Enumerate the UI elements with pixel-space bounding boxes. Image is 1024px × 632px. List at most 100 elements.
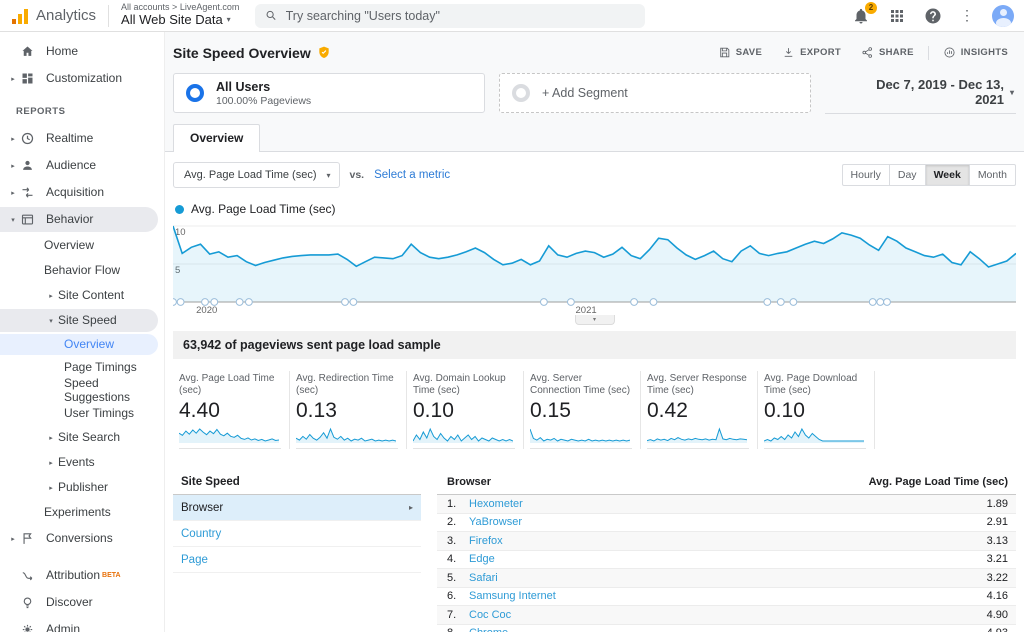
segment-all-users[interactable]: All Users 100.00% Pageviews: [173, 73, 485, 113]
save-button[interactable]: SAVE: [710, 42, 770, 63]
chevron-right-icon[interactable]: ▸: [6, 535, 20, 543]
sidebar-item-acquisition[interactable]: ▸ Acquisition: [0, 179, 164, 206]
granularity-month-button[interactable]: Month: [970, 164, 1016, 186]
sidebar-item-label: Acquisition: [46, 183, 104, 203]
analytics-logo-icon[interactable]: [12, 8, 28, 24]
chevron-right-icon[interactable]: ▸: [44, 292, 58, 300]
avg-page-load-value: 4.16: [987, 590, 1008, 602]
metric-card-avg-page-load-time-sec-[interactable]: Avg. Page Load Time (sec)4.40: [173, 371, 290, 449]
chevron-right-icon[interactable]: ▸: [6, 75, 20, 83]
insights-button[interactable]: INSIGHTS: [935, 42, 1016, 63]
sidebar-item-label: Site Content: [58, 286, 124, 306]
sidebar-item-label: Behavior Flow: [44, 261, 120, 281]
browser-link[interactable]: Firefox: [469, 535, 503, 547]
sidebar-item-label: Site Search: [58, 428, 120, 448]
metric-card-avg-page-download-time-sec-[interactable]: Avg. Page Download Time (sec)0.10: [758, 371, 875, 449]
divider: [928, 46, 929, 60]
timeseries-chart[interactable]: 51020202021 ▾: [173, 218, 1016, 325]
sidebar-item-site-search[interactable]: ▸Site Search: [0, 425, 164, 450]
sidebar-item-overview[interactable]: Overview: [0, 333, 164, 356]
column-browser: Browser: [447, 476, 491, 488]
share-button[interactable]: SHARE: [853, 42, 922, 63]
chevron-right-icon[interactable]: ▸: [44, 484, 58, 492]
sidebar-item-user-timings[interactable]: User Timings: [0, 402, 164, 425]
apps-grid-icon[interactable]: [888, 7, 906, 25]
sidebar-item-label: Conversions: [46, 529, 113, 549]
more-options-kebab-icon[interactable]: ⋮: [960, 7, 974, 24]
granularity-buttons: HourlyDayWeekMonth: [842, 164, 1016, 186]
search-bar[interactable]: [255, 4, 645, 28]
help-icon[interactable]: [924, 7, 942, 25]
sidebar-item-overview[interactable]: Overview: [0, 233, 164, 258]
browser-link[interactable]: Safari: [469, 572, 498, 584]
add-segment-button[interactable]: + Add Segment: [499, 73, 811, 113]
sidebar-item-behavior-flow[interactable]: Behavior Flow: [0, 258, 164, 283]
notification-badge: 2: [865, 2, 877, 14]
user-avatar[interactable]: [992, 5, 1014, 27]
export-button[interactable]: EXPORT: [774, 42, 849, 63]
browser-link[interactable]: Chrome: [469, 627, 508, 632]
dimension-row-browser[interactable]: Browser▸: [173, 495, 421, 521]
metric-value: 0.42: [647, 399, 749, 423]
metric-card-avg-server-response-time-sec-[interactable]: Avg. Server Response Time (sec)0.42: [641, 371, 758, 449]
browser-link[interactable]: Samsung Internet: [469, 590, 556, 602]
avg-page-load-value: 1.89: [987, 498, 1008, 510]
sidebar-item-speed-suggestions[interactable]: Speed Suggestions: [0, 379, 164, 402]
sidebar-item-realtime[interactable]: ▸Realtime: [0, 125, 164, 152]
chevron-down-icon: ▾: [326, 171, 330, 180]
tab-overview[interactable]: Overview: [173, 124, 260, 152]
sidebar-item-audience[interactable]: ▸Audience: [0, 152, 164, 179]
metric-card-avg-redirection-time-sec-[interactable]: Avg. Redirection Time (sec)0.13: [290, 371, 407, 449]
granularity-day-button[interactable]: Day: [890, 164, 926, 186]
sidebar-item-events[interactable]: ▸Events: [0, 450, 164, 475]
export-icon: [782, 46, 795, 59]
chevron-down-icon[interactable]: ▾: [44, 317, 58, 325]
chevron-right-icon[interactable]: ▸: [6, 135, 20, 143]
sidebar-item-site-content[interactable]: ▸Site Content: [0, 283, 164, 308]
account-switcher[interactable]: All accounts > LiveAgent.com All Web Sit…: [121, 3, 239, 27]
sidebar-item-behavior[interactable]: ▾Behavior: [0, 206, 164, 233]
browser-table: Browser Avg. Page Load Time (sec) 1.Hexo…: [437, 471, 1016, 632]
search-input[interactable]: [286, 9, 636, 23]
browser-table-header: Browser Avg. Page Load Time (sec): [437, 471, 1016, 495]
dimension-row-country[interactable]: Country: [173, 521, 421, 547]
sidebar-item-customization[interactable]: ▸Customization: [0, 65, 164, 92]
sidebar-item-site-speed[interactable]: ▾Site Speed: [0, 308, 164, 333]
notifications-bell-icon[interactable]: 2: [852, 7, 870, 25]
sidebar-item-label: Experiments: [44, 503, 111, 523]
sidebar-item-experiments[interactable]: Experiments: [0, 500, 164, 525]
sidebar-item-home[interactable]: Home: [0, 38, 164, 65]
granularity-hourly-button[interactable]: Hourly: [842, 164, 890, 186]
sidebar-item-publisher[interactable]: ▸Publisher: [0, 475, 164, 500]
chevron-right-icon[interactable]: ▸: [44, 434, 58, 442]
dimension-label: Page: [181, 554, 208, 566]
sidebar-item-discover[interactable]: Discover: [0, 589, 164, 616]
metric-sparkline: [764, 425, 866, 449]
granularity-week-button[interactable]: Week: [926, 164, 970, 186]
date-range-selector[interactable]: Dec 7, 2019 - Dec 13, 2021 ▾: [825, 73, 1016, 114]
sidebar-item-attribution[interactable]: AttributionBETA: [0, 562, 164, 589]
sample-note: 63,942 of pageviews sent page load sampl…: [173, 331, 1016, 359]
chevron-right-icon[interactable]: ▸: [6, 162, 20, 170]
avg-page-load-value: 3.21: [987, 553, 1008, 565]
browser-link[interactable]: Coc Coc: [469, 609, 511, 621]
avg-page-load-time-chart[interactable]: 51020202021: [173, 218, 1016, 315]
report-header: Site Speed Overview SAVEEXPORTSHAREINSIG…: [165, 32, 1024, 124]
chevron-down-icon[interactable]: ▾: [6, 216, 20, 224]
sidebar-item-conversions[interactable]: ▸ Conversions: [0, 525, 164, 552]
browser-link[interactable]: Edge: [469, 553, 495, 565]
annotations-toggle-button[interactable]: ▾: [575, 315, 615, 325]
metric-value: 0.10: [413, 399, 515, 423]
row-rank: 4.: [447, 553, 469, 565]
select-a-metric-link[interactable]: Select a metric: [374, 169, 450, 181]
browser-link[interactable]: Hexometer: [469, 498, 523, 510]
browser-link[interactable]: YaBrowser: [469, 516, 522, 528]
dimension-row-page[interactable]: Page: [173, 547, 421, 573]
chevron-right-icon[interactable]: ▸: [44, 459, 58, 467]
metric-card-avg-server-connection-time-sec-[interactable]: Avg. Server Connection Time (sec)0.15: [524, 371, 641, 449]
sidebar-item-admin[interactable]: Admin: [0, 616, 164, 632]
chevron-right-icon[interactable]: ▸: [6, 189, 20, 197]
metric-card-avg-domain-lookup-time-sec-[interactable]: Avg. Domain Lookup Time (sec)0.10: [407, 371, 524, 449]
acquisition-icon: [20, 185, 36, 201]
metric-select-dropdown[interactable]: Avg. Page Load Time (sec) ▾: [173, 162, 340, 188]
